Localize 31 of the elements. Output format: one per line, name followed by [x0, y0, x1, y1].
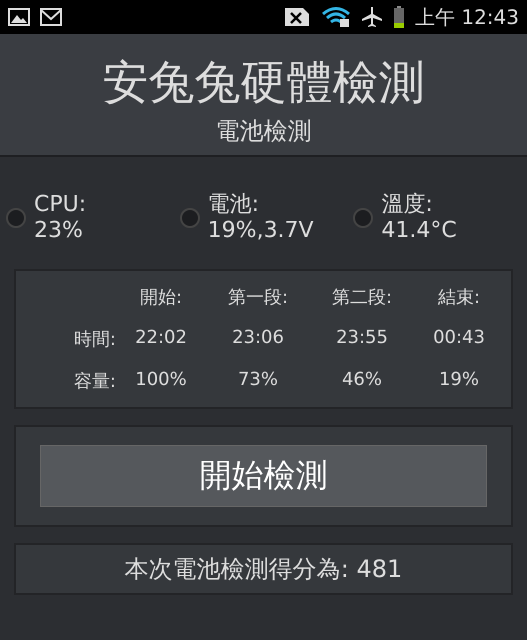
wifi-icon — [321, 6, 351, 28]
column-header: 開始: — [138, 286, 184, 309]
stat-value: 19%,3.7V — [208, 218, 314, 244]
start-test-button[interactable]: 開始檢測 — [40, 444, 487, 507]
table-cell-text: 23:55 — [335, 326, 389, 350]
table-cell-text: 00:43 — [432, 326, 486, 350]
page-subtitle: 電池檢測 — [216, 116, 312, 147]
mail-icon — [40, 8, 62, 26]
stat-label: 電池: — [208, 192, 260, 218]
image-icon — [8, 8, 30, 26]
table-cell-text: 19% — [438, 368, 480, 392]
stat-label: 溫度: — [381, 192, 434, 218]
column-header: 第一段: — [226, 286, 290, 309]
column-header: 第二段: — [330, 286, 394, 309]
table-cell-text: 100% — [134, 368, 188, 392]
airplane-icon — [361, 6, 383, 28]
column-header: 結束: — [436, 286, 482, 309]
status-time: 上午 12:43 — [415, 4, 519, 30]
row-label: 時間: — [72, 328, 116, 351]
table-cell-text: 22:02 — [134, 326, 188, 350]
row-label: 容量: — [72, 370, 116, 393]
score-text: 本次電池檢測得分為: 481 — [124, 554, 402, 585]
table-cell-text: 73% — [236, 368, 279, 392]
app-title: 安兔兔硬體檢測 — [102, 56, 424, 109]
stat-value: 41.4°C — [381, 218, 457, 244]
battery-icon — [393, 6, 405, 28]
no-sim-icon — [283, 6, 311, 28]
stat-value: 23% — [34, 218, 84, 244]
table-cell-text: 46% — [340, 368, 383, 392]
stat-label: CPU: — [34, 192, 86, 218]
table-cell-text: 23:06 — [231, 326, 285, 350]
